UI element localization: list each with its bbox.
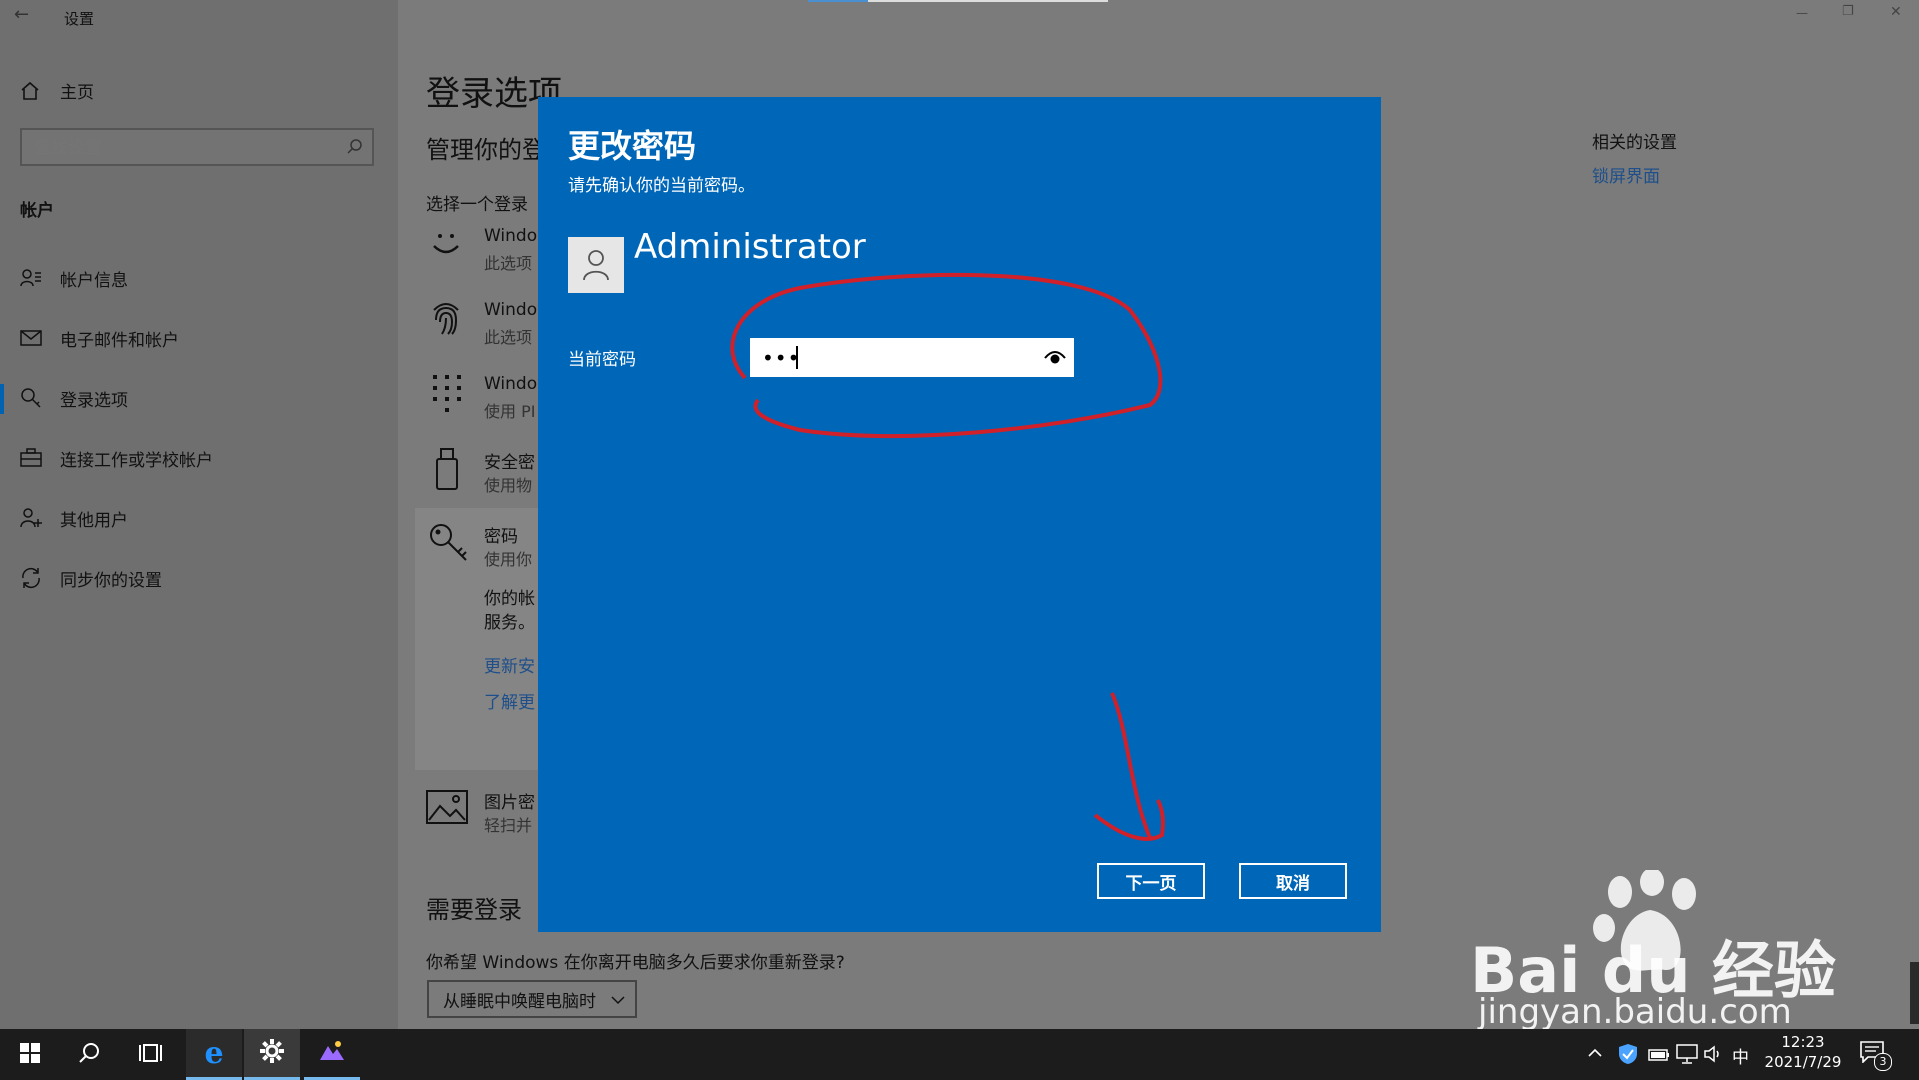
search-icon xyxy=(77,1040,103,1070)
action-center-button[interactable]: 3 xyxy=(1860,1041,1892,1071)
edge-icon: e xyxy=(204,1035,224,1071)
gear-icon xyxy=(259,1038,285,1068)
baidu-watermark: Bai du 经验 jingyan.baidu.com xyxy=(1470,868,1836,1032)
tray-chevron-icon[interactable] xyxy=(1588,1045,1602,1064)
network-icon[interactable] xyxy=(1676,1044,1698,1068)
clock-date: 2021/7/29 xyxy=(1764,1053,1842,1071)
start-button[interactable] xyxy=(6,1029,54,1080)
annotation-arrow-head xyxy=(1093,799,1165,841)
scrollbar-thumb[interactable] xyxy=(1910,962,1919,1024)
task-view-button[interactable] xyxy=(126,1029,174,1080)
ime-indicator[interactable]: 中 xyxy=(1732,1043,1749,1068)
photos-app-icon xyxy=(319,1038,345,1068)
settings-taskbar-button[interactable] xyxy=(244,1029,300,1080)
taskbar: e 中 12:23 2021/7/29 3 xyxy=(0,1029,1919,1080)
task-view-icon xyxy=(137,1040,163,1070)
photos-taskbar-button[interactable] xyxy=(304,1029,360,1080)
annotation-circle xyxy=(730,272,1163,438)
security-shield-icon[interactable] xyxy=(1618,1043,1638,1069)
windows-logo-icon xyxy=(17,1040,43,1070)
battery-icon[interactable] xyxy=(1648,1047,1670,1066)
baidu-url-text: jingyan.baidu.com xyxy=(1478,992,1792,1032)
notification-count-badge: 3 xyxy=(1874,1053,1892,1071)
taskbar-search-button[interactable] xyxy=(66,1029,114,1080)
volume-icon[interactable] xyxy=(1704,1045,1724,1067)
clock[interactable]: 12:23 2021/7/29 xyxy=(1760,1033,1846,1071)
annotation-arrow-shaft xyxy=(1110,692,1152,839)
clock-time: 12:23 xyxy=(1781,1033,1825,1051)
edge-taskbar-button[interactable]: e xyxy=(186,1029,242,1080)
